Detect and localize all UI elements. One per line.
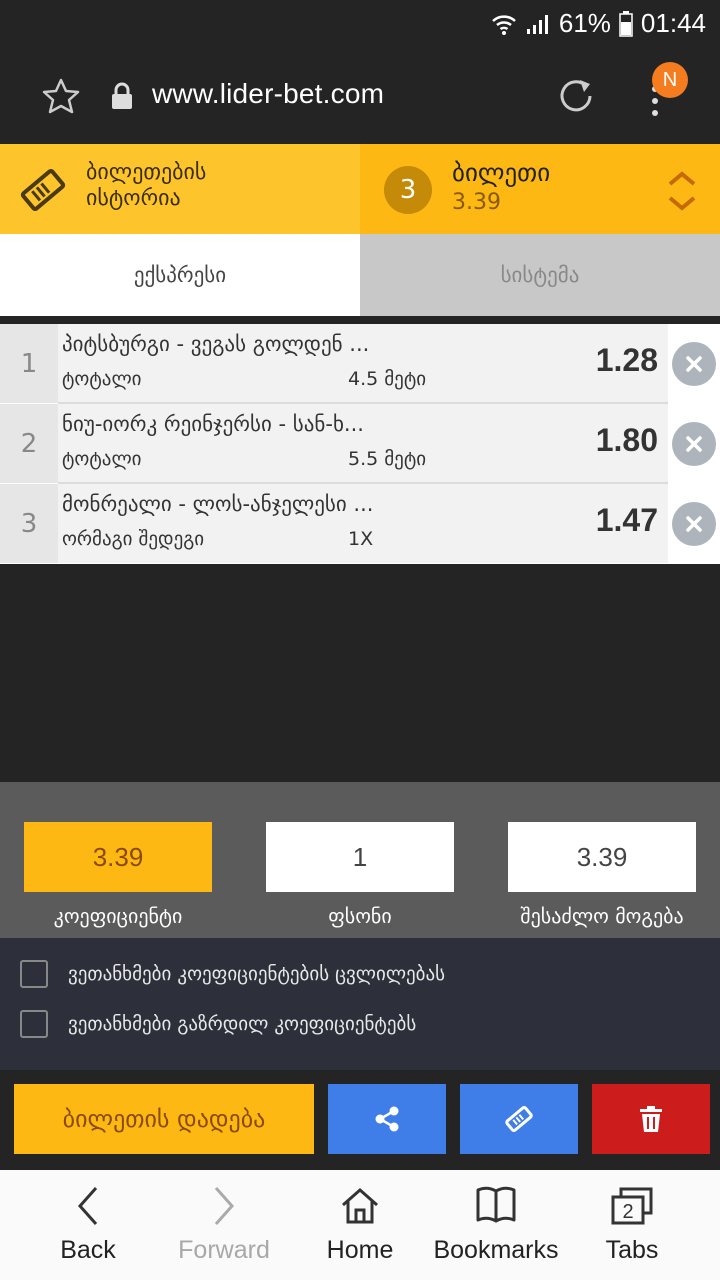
bet-pick: 4.5 მეტი [348,368,427,390]
nav-home[interactable]: Home [288,1170,432,1280]
lock-icon [112,82,132,109]
book-icon [476,1186,516,1223]
possible-win-label: შესაძლო მოგება [520,904,684,928]
nav-home-label: Home [326,1236,394,1264]
ticket-count-badge: 3 [384,166,432,214]
close-icon [672,341,716,386]
bet-pick: 1X [348,528,374,550]
bet-details: ნიუ-იორკ რეინჯერსი - სან-ხ... ტოტალი 5.5… [58,404,668,483]
tabs-icon: 2 [611,1187,653,1225]
share-icon [375,1106,399,1132]
bookmark-star-icon[interactable] [42,78,80,114]
current-ticket-summary[interactable]: 3 ბილეთი 3.39 [360,144,720,234]
remove-bet-button[interactable] [668,484,720,563]
coefficient-value: 3.39 [24,822,212,892]
bet-match: ნიუ-იორკ რეინჯერსი - სან-ხ... [62,412,364,436]
accept-odds-change-label: ვეთანხმები კოეფიციენტების ცვლილებას [68,963,446,985]
status-bar: 61% 01:44 [0,0,720,50]
signal-icon [526,14,548,34]
accept-increased-odds-label: ვეთანხმები გაზრდილ კოეფიციენტებს [68,1013,417,1035]
history-label-line2: ისტორია [86,186,181,211]
nav-tabs[interactable]: 2 Tabs [560,1170,704,1280]
accept-increased-odds-checkbox[interactable] [20,1010,48,1038]
ticket-icon [505,1106,533,1132]
bet-index: 1 [0,324,58,403]
ticket-history-label: ბილეთების ისტორია [86,160,206,212]
status-indicators: 61% 01:44 [491,8,706,39]
bet-match: პიტსბურგი - ვეგას გოლდენ ... [62,332,370,356]
bet-index: 3 [0,484,58,563]
bet-type-tabs: ექსპრესი სისტემა [0,234,720,316]
bet-row: 3 მონრეალი - ლოს-ანჯელესი ... ორმაგი შედ… [0,484,720,564]
stake-label: ფსონი [328,904,392,928]
nav-forward-label: Forward [178,1236,270,1264]
ticket-actions: ბილეთის დადება [0,1070,720,1170]
nav-forward[interactable]: Forward [152,1170,296,1280]
wifi-icon [492,14,516,35]
nav-bookmarks-label: Bookmarks [433,1236,559,1264]
save-ticket-button[interactable] [460,1084,578,1154]
bet-pick: 5.5 მეტი [348,448,427,470]
nav-back-label: Back [60,1236,116,1264]
share-button[interactable] [328,1084,446,1154]
possible-win-value: 3.39 [508,822,696,892]
reload-icon[interactable] [556,76,596,116]
chevron-left-icon [77,1187,98,1225]
bet-match: მონრეალი - ლოს-ანჯელესი ... [62,492,374,516]
bet-market: ორმაგი შედეგი [62,528,205,550]
ticket-icon [20,168,66,212]
browser-bottom-nav: Back Forward Home Bookmarks 2 Tabs [0,1170,720,1280]
browser-address-bar: www.lider-bet.com N [0,50,720,144]
nav-bookmarks[interactable]: Bookmarks [424,1170,568,1280]
bet-details: პიტსბურგი - ვეგას გოლდენ ... ტოტალი 4.5 … [58,324,668,403]
tab-express[interactable]: ექსპრესი [0,234,360,316]
tab-system[interactable]: სისტემა [360,234,720,316]
battery-icon [619,10,633,37]
expand-collapse-icon[interactable] [666,168,698,214]
url-field[interactable]: www.lider-bet.com [152,78,384,110]
nav-back[interactable]: Back [16,1170,160,1280]
trash-icon [640,1106,662,1132]
bet-row: 1 პიტსბურგი - ვეგას გოლდენ ... ტოტალი 4.… [0,324,720,404]
ticket-title: ბილეთი [452,158,551,187]
remove-bet-button[interactable] [668,324,720,403]
bet-odds: 1.47 [595,502,658,538]
nav-tabs-label: Tabs [605,1236,659,1264]
stake-input[interactable]: 1 [266,822,454,892]
remove-bet-button[interactable] [668,404,720,483]
notification-badge[interactable]: N [652,62,688,98]
accept-increased-odds-row[interactable]: ვეთანხმები გაზრდილ კოეფიციენტებს [20,1010,416,1038]
bet-index: 2 [0,404,58,483]
chevron-right-icon [214,1187,235,1225]
close-icon [672,501,716,546]
bet-market: ტოტალი [62,448,142,470]
coefficient-label: კოეფიციენტი [53,904,183,928]
ticket-history-button[interactable]: ბილეთების ისტორია [0,144,360,234]
home-icon [342,1187,378,1224]
ticket-totals: 3.39 1 3.39 კოეფიციენტი ფსონი შესაძლო მო… [0,782,720,938]
ticket-header: ბილეთების ისტორია 3 ბილეთი 3.39 [0,144,720,234]
agreements: ვეთანხმები კოეფიციენტების ცვლილებას ვეთა… [0,938,720,1070]
battery-percent: 61% [558,8,611,38]
ticket-total-odds: 3.39 [452,190,501,215]
bet-odds: 1.80 [595,422,658,458]
accept-odds-change-row[interactable]: ვეთანხმები კოეფიციენტების ცვლილებას [20,960,445,988]
bet-market: ტოტალი [62,368,142,390]
tabs-count: 2 [622,1201,633,1223]
bet-list: 1 პიტსბურგი - ვეგას გოლდენ ... ტოტალი 4.… [0,324,720,564]
accept-odds-change-checkbox[interactable] [20,960,48,988]
bet-row: 2 ნიუ-იორკ რეინჯერსი - სან-ხ... ტოტალი 5… [0,404,720,484]
clock: 01:44 [640,8,706,38]
close-icon [672,421,716,466]
history-label-line1: ბილეთების [86,160,207,185]
bet-odds: 1.28 [595,342,658,378]
place-bet-button[interactable]: ბილეთის დადება [14,1084,314,1154]
bet-details: მონრეალი - ლოს-ანჯელესი ... ორმაგი შედეგ… [58,484,668,563]
delete-ticket-button[interactable] [592,1084,710,1154]
